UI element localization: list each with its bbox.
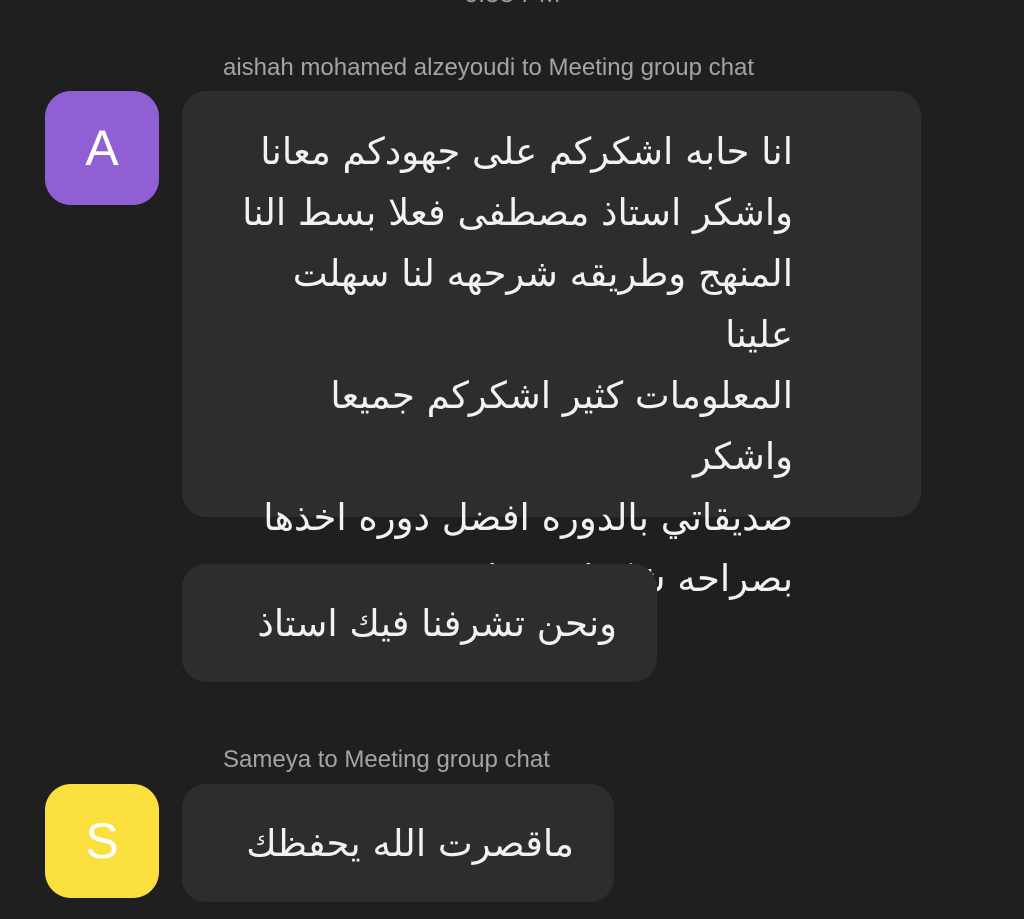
message-text: انا حابه اشكركم على جهودكم معانا واشكر ا…	[242, 130, 793, 600]
timestamp: 6:55 PM	[0, 0, 1024, 9]
avatar[interactable]: S	[45, 784, 159, 898]
avatar-initial: A	[85, 120, 119, 176]
message-bubble[interactable]: ماقصرت الله يحفظك	[182, 784, 614, 902]
sender-line-sameya: Sameya to Meeting group chat	[223, 746, 550, 773]
message-text: ماقصرت الله يحفظك	[246, 821, 574, 865]
message-bubble[interactable]: ونحن تشرفنا فيك استاذ	[182, 564, 657, 682]
message-text: ونحن تشرفنا فيك استاذ	[257, 601, 617, 645]
avatar-initial: S	[85, 813, 119, 869]
message-bubble[interactable]: انا حابه اشكركم على جهودكم معانا واشكر ا…	[182, 91, 921, 600]
sender-line-aishah: aishah mohamed alzeyoudi to Meeting grou…	[223, 54, 754, 81]
avatar[interactable]: A	[45, 91, 159, 205]
